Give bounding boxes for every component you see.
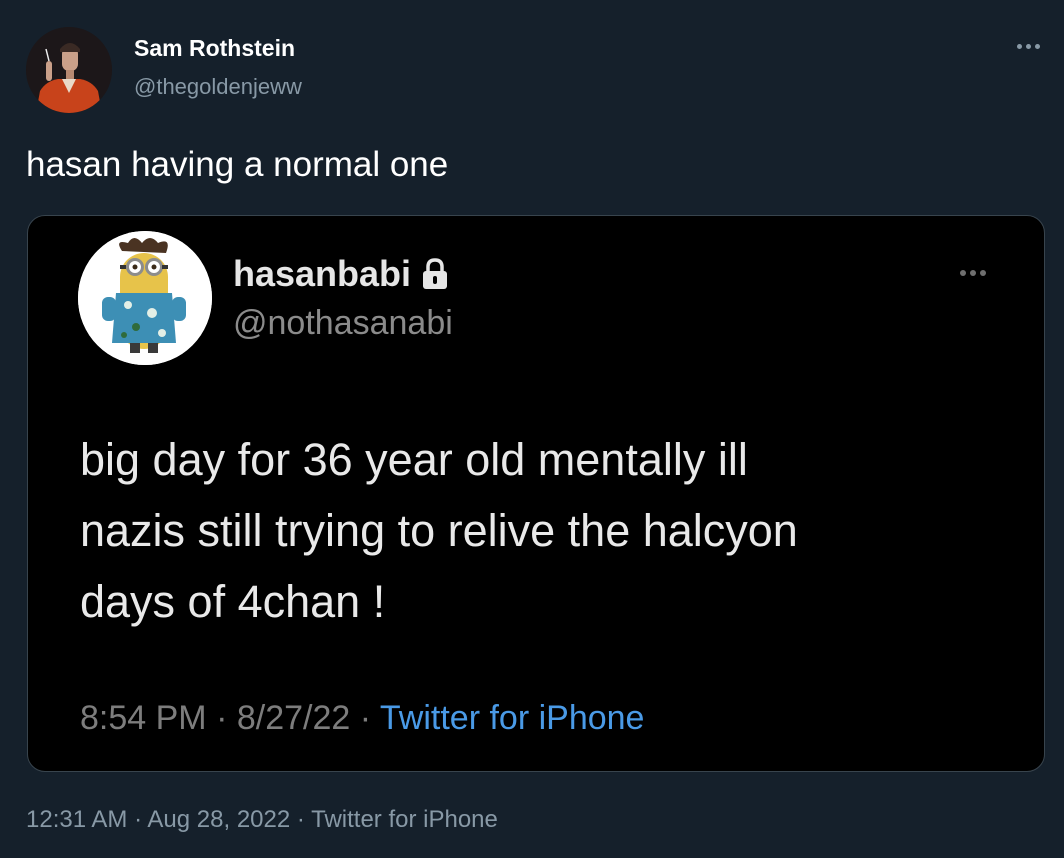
embedded-tweet-source[interactable]: Twitter for iPhone xyxy=(380,699,645,737)
more-horizontal-icon xyxy=(1016,43,1040,49)
embedded-tweet-metadata: 8:54 PM · 8/27/22 · Twitter for iPhone xyxy=(80,699,644,738)
embedded-author-name[interactable]: hasanbabi xyxy=(233,253,411,295)
tweet-source[interactable]: Twitter for iPhone xyxy=(311,806,498,833)
embedded-author-name-row: hasanbabi xyxy=(233,253,449,295)
separator: · xyxy=(206,699,237,737)
embedded-text-line: nazis still trying to relive the halcyon xyxy=(80,505,798,556)
embedded-tweet-time[interactable]: 8:54 PM xyxy=(80,699,207,737)
separator: · xyxy=(290,806,312,833)
embedded-tweet-text: big day for 36 year old mentally ill naz… xyxy=(80,424,1010,637)
more-horizontal-icon xyxy=(960,270,986,276)
embedded-author-avatar[interactable] xyxy=(78,231,212,365)
author-avatar-image xyxy=(26,27,112,113)
embedded-text-line: days of 4chan ! xyxy=(80,576,386,627)
author-avatar[interactable] xyxy=(26,27,112,113)
separator: · xyxy=(127,806,148,833)
tweet-date[interactable]: Aug 28, 2022 xyxy=(147,806,290,833)
tweet-metadata: 12:31 AM · Aug 28, 2022 · Twitter for iP… xyxy=(26,806,498,834)
minion-avatar-image xyxy=(78,231,212,365)
embedded-text-line: big day for 36 year old mentally ill xyxy=(80,434,748,485)
tweet: Sam Rothstein @thegoldenjeww hasan havin… xyxy=(0,0,1064,858)
embedded-author-handle[interactable]: @nothasanabi xyxy=(233,304,453,343)
embedded-more-options-button[interactable] xyxy=(948,258,998,288)
more-options-button[interactable] xyxy=(1008,32,1048,60)
tweet-text: hasan having a normal one xyxy=(26,145,449,184)
author-name[interactable]: Sam Rothstein xyxy=(134,35,295,62)
lock-icon xyxy=(423,258,448,289)
embedded-tweet-card[interactable]: hasanbabi @nothasanabi big day for 36 ye… xyxy=(27,215,1045,772)
separator: · xyxy=(350,699,380,737)
tweet-time[interactable]: 12:31 AM xyxy=(26,806,127,833)
embedded-tweet-date[interactable]: 8/27/22 xyxy=(237,699,350,737)
author-handle[interactable]: @thegoldenjeww xyxy=(134,74,302,100)
